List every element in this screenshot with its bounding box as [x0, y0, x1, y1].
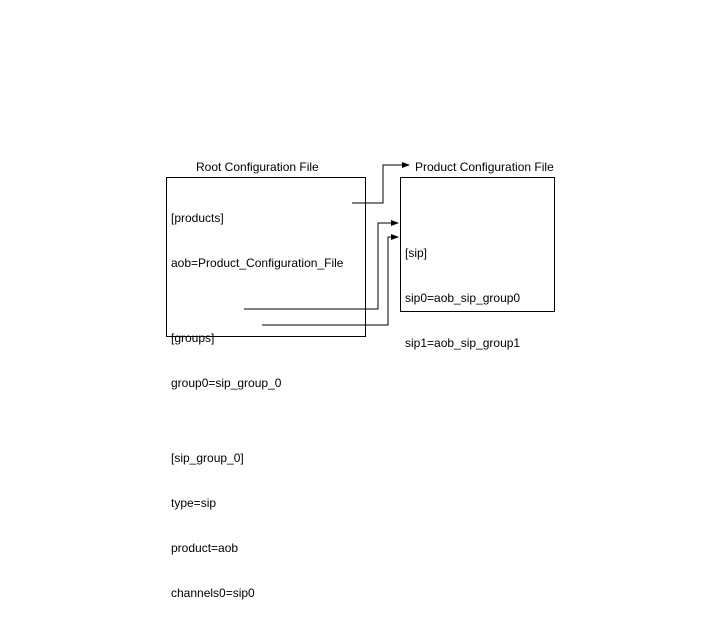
- root-config-content: [products] aob=Product_Configuration_Fil…: [171, 181, 343, 631]
- root-sipgroup0-product: product=aob: [171, 541, 343, 556]
- root-config-title: Root Configuration File: [196, 160, 319, 174]
- root-products-aob: aob=Product_Configuration_File: [171, 256, 343, 271]
- product-sip1: sip1=aob_sip_group1: [405, 336, 520, 351]
- root-products-header: [products]: [171, 211, 343, 226]
- product-config-title: Product Configuration File: [415, 160, 554, 174]
- root-sipgroup0-type: type=sip: [171, 496, 343, 511]
- product-sip0: sip0=aob_sip_group0: [405, 291, 520, 306]
- diagram-canvas: Root Configuration File [products] aob=P…: [0, 0, 720, 540]
- root-sipgroup0-channels: channels0=sip0: [171, 586, 343, 601]
- product-sip-header: [sip]: [405, 246, 520, 261]
- root-sipgroup0-header: [sip_group_0]: [171, 451, 343, 466]
- product-config-content: [sip] sip0=aob_sip_group0 sip1=aob_sip_g…: [405, 216, 520, 381]
- root-groups-group0: group0=sip_group_0: [171, 376, 343, 391]
- root-groups-header: [groups]: [171, 331, 343, 346]
